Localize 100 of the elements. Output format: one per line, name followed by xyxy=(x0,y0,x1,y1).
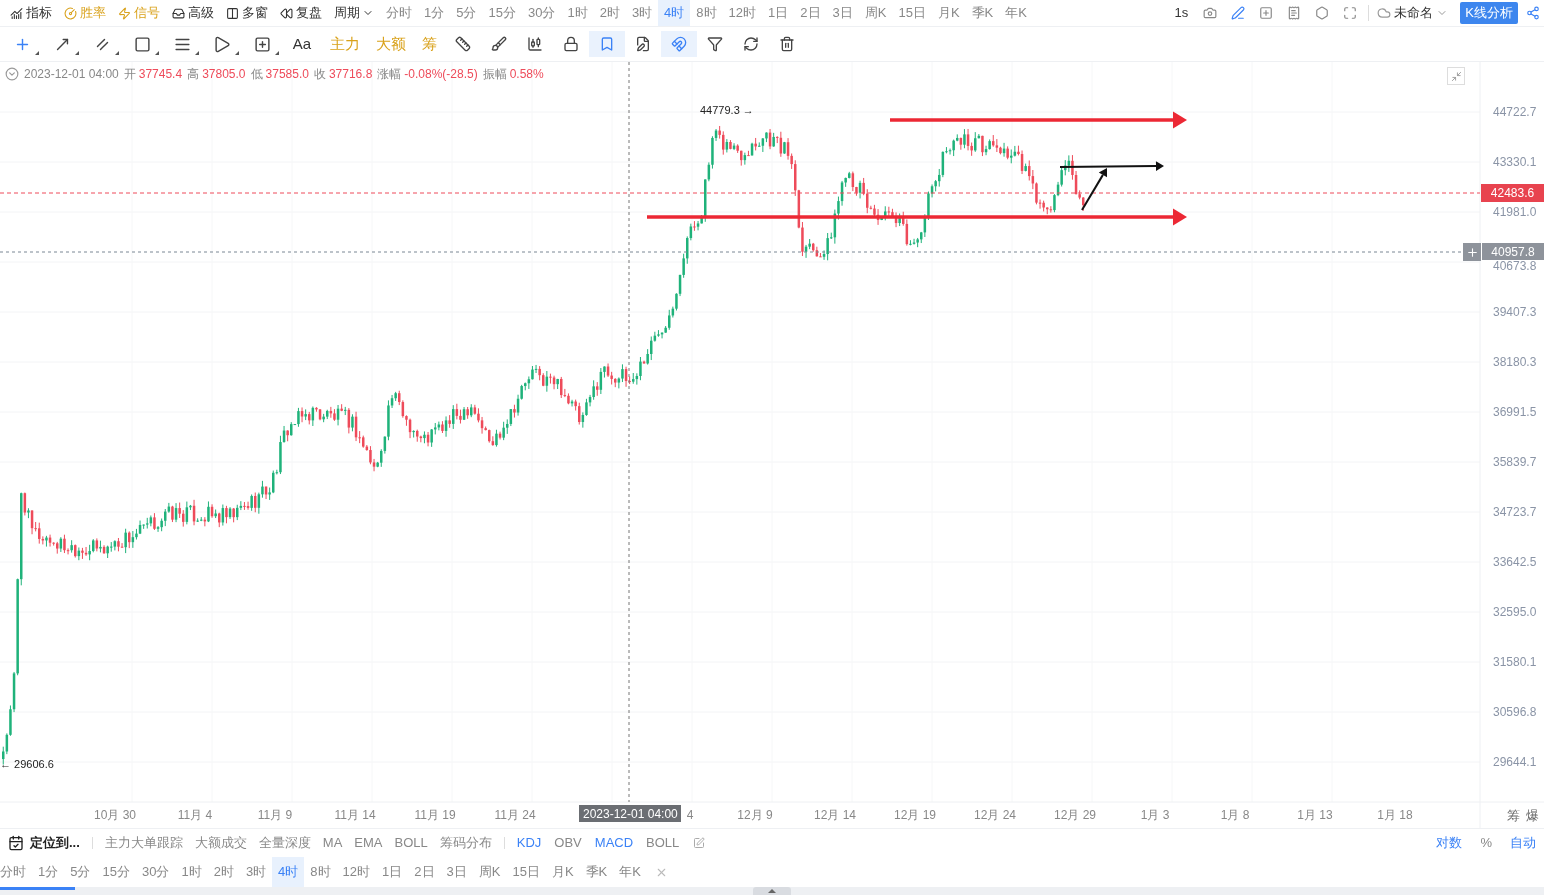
indicator-item[interactable]: OBV xyxy=(554,833,582,853)
text-tool[interactable]: Aa xyxy=(282,32,322,56)
period-tab[interactable]: 1时 xyxy=(175,857,208,887)
ohlc-label: 收 xyxy=(313,66,326,83)
share-icon[interactable] xyxy=(1526,6,1540,20)
price-tick: 31580.1 xyxy=(1493,655,1537,669)
period-tab[interactable]: 12时 xyxy=(722,0,763,26)
period-tab[interactable]: 3时 xyxy=(625,0,659,26)
period-tab[interactable]: 5分 xyxy=(450,0,483,26)
indicator-item[interactable]: 全量深度 xyxy=(258,833,311,853)
toolbar-button[interactable]: 胜率 xyxy=(58,0,112,26)
low-price-label: ← 29606.6 xyxy=(0,757,54,772)
price-tick: 44722.7 xyxy=(1493,105,1537,119)
indicator-item[interactable]: 筹码分布 xyxy=(439,833,492,853)
scale-option[interactable]: 对数 xyxy=(1436,833,1463,853)
time-tick: 12月 14 xyxy=(814,807,856,824)
scroll-handle[interactable] xyxy=(753,887,791,895)
period-tab[interactable]: 2日 xyxy=(408,857,441,887)
period-tab[interactable]: 2时 xyxy=(593,0,626,26)
indicator-tool[interactable]: 主力 xyxy=(322,32,368,56)
period-tab[interactable]: 分时 xyxy=(0,857,32,887)
period-tab[interactable]: 1日 xyxy=(376,857,409,887)
ohlc-label: 涨幅 xyxy=(377,66,402,83)
indicator-item[interactable]: 主力大单跟踪 xyxy=(104,833,183,853)
period-tab[interactable]: 2日 xyxy=(794,0,827,26)
indicator-item[interactable]: 大额成交 xyxy=(194,833,247,853)
toolbar-button[interactable]: 信号 xyxy=(112,0,166,26)
period-tab[interactable]: 15分 xyxy=(482,0,522,26)
period-tab[interactable]: 周K xyxy=(858,0,893,26)
period-tab[interactable]: 2时 xyxy=(207,857,240,887)
period-tab[interactable]: 8时 xyxy=(690,0,723,26)
period-tab[interactable]: 30分 xyxy=(135,857,176,887)
indicator-item[interactable]: KDJ xyxy=(516,833,542,853)
period-tab[interactable]: 年K xyxy=(999,0,1033,26)
axis-tool[interactable]: 筹 xyxy=(1507,806,1520,826)
period-tab[interactable]: 分时 xyxy=(380,0,418,26)
price-tick: 33642.5 xyxy=(1493,555,1537,569)
period-tab[interactable]: 3日 xyxy=(440,857,473,887)
ohlc-datetime: 2023-12-01 04:00 xyxy=(24,66,119,83)
add-icon[interactable] xyxy=(1463,243,1481,261)
period-tab[interactable]: 12时 xyxy=(336,857,377,887)
toolbar-button[interactable]: 多窗 xyxy=(220,0,274,26)
high-price-label: 44779.3 → xyxy=(700,103,754,118)
period-tab[interactable]: 1分 xyxy=(32,857,65,887)
layout-menu[interactable]: 未命名 xyxy=(1373,3,1453,23)
period-tab[interactable]: 3日 xyxy=(826,0,859,26)
toolbar-button[interactable]: 高级 xyxy=(166,0,220,26)
toolbar-button[interactable]: 指标 xyxy=(4,0,58,26)
ohlc-label: 开 xyxy=(123,66,136,83)
period-menu[interactable]: 周期 xyxy=(328,0,380,26)
period-tab[interactable]: 年K xyxy=(613,857,647,887)
period-tab[interactable]: 季K xyxy=(965,0,1000,26)
time-tick: 11月 9 xyxy=(257,807,293,824)
toolbar-button[interactable]: 复盘 xyxy=(274,0,328,26)
price-tick: 38180.3 xyxy=(1493,355,1537,369)
indicator-item[interactable]: BOLL xyxy=(646,833,680,853)
period-tab[interactable]: 4时 xyxy=(272,857,305,887)
period-tab[interactable]: 30分 xyxy=(521,0,562,26)
period-tab[interactable]: 15日 xyxy=(506,857,546,887)
period-tab[interactable]: 1时 xyxy=(561,0,594,26)
ohlc-label: 振幅 xyxy=(482,66,507,83)
indicator-item[interactable]: MA xyxy=(322,833,343,853)
indicator-item[interactable]: BOLL xyxy=(394,833,428,853)
indicator-tool[interactable]: 筹 xyxy=(414,32,445,56)
axis-tool[interactable]: 爆 xyxy=(1526,806,1539,826)
period-tab[interactable]: 月K xyxy=(931,0,966,26)
time-tick: 12月 24 xyxy=(974,807,1016,824)
columns-icon xyxy=(226,6,239,20)
time-tick: 11月 24 xyxy=(494,807,536,824)
ohlc-value: 37585.0 xyxy=(265,66,309,83)
price-tick: 30596.8 xyxy=(1493,705,1537,719)
period-tab[interactable]: 1分 xyxy=(418,0,451,26)
period-tab[interactable]: 1日 xyxy=(762,0,795,26)
period-tab[interactable]: 3时 xyxy=(239,857,273,887)
ohlc-label: 低 xyxy=(250,66,263,83)
calendar-icon xyxy=(8,835,24,851)
scale-option[interactable]: % xyxy=(1480,833,1492,853)
edit-icon[interactable] xyxy=(693,837,706,849)
period-tab[interactable]: 15日 xyxy=(892,0,932,26)
period-tab[interactable]: 15分 xyxy=(96,857,136,887)
indicator-item[interactable]: EMA xyxy=(354,833,383,853)
refresh-interval[interactable]: 1s xyxy=(1166,3,1197,23)
period-tab[interactable]: 4时 xyxy=(658,0,691,26)
rewind-icon xyxy=(280,6,293,20)
indicator-tool[interactable]: 大额 xyxy=(368,32,414,56)
time-tick: 12月 19 xyxy=(894,807,936,824)
analysis-button[interactable]: K线分析 xyxy=(1460,2,1518,24)
locate-button[interactable]: 定位到... xyxy=(8,833,80,853)
collapse-icon[interactable] xyxy=(5,67,19,81)
period-tab[interactable]: 周K xyxy=(472,857,507,887)
price-tick: 35839.7 xyxy=(1493,455,1537,469)
period-tab[interactable]: 季K xyxy=(579,857,614,887)
period-tab[interactable]: 8时 xyxy=(304,857,337,887)
scale-option[interactable]: 自动 xyxy=(1510,833,1536,853)
price-tick: 36991.5 xyxy=(1493,405,1537,419)
indicator-item[interactable]: MACD xyxy=(594,833,634,853)
period-tab[interactable]: 月K xyxy=(545,857,580,887)
ohlc-label: 高 xyxy=(187,66,200,83)
minimize-icon[interactable] xyxy=(1447,67,1465,85)
period-tab[interactable]: 5分 xyxy=(64,857,97,887)
